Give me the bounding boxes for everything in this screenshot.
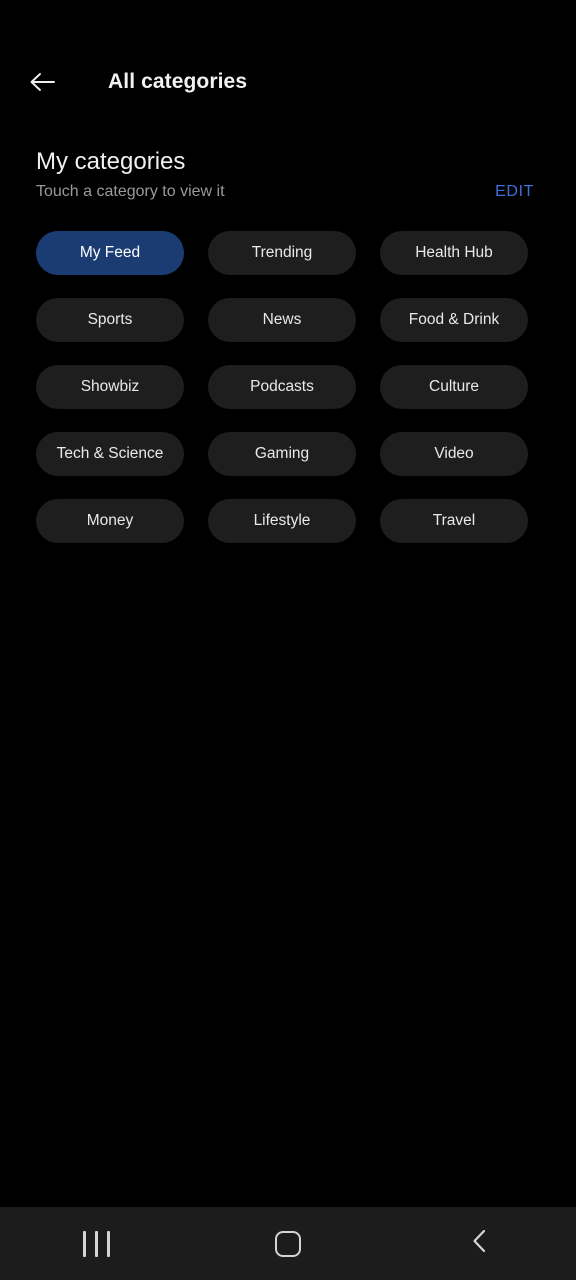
category-grid: My Feed Trending Health Hub Sports News Food … <box>36 231 528 543</box>
category-chip[interactable]: Podcasts <box>208 365 356 409</box>
phone-screen: All categories My categories Touch a cat… <box>0 0 576 1280</box>
category-chip-label: Showbiz <box>80 378 140 395</box>
back-button[interactable] <box>18 59 66 105</box>
category-chip-label: Lifestyle <box>253 512 311 529</box>
category-chip[interactable]: Money <box>36 499 184 543</box>
arrow-left-icon <box>27 67 57 97</box>
category-chip[interactable]: News <box>208 298 356 342</box>
home-icon <box>275 1230 301 1257</box>
nav-home-button[interactable] <box>192 1207 384 1280</box>
section-subtitle: Touch a category to view it <box>36 183 225 200</box>
category-chip-label: Trending <box>251 244 313 261</box>
category-chip[interactable]: Travel <box>380 499 528 543</box>
category-chip[interactable]: Culture <box>380 365 528 409</box>
page-title: All categories <box>108 70 248 93</box>
category-chip-label: Tech & Science <box>56 445 164 462</box>
category-chip-label: Money <box>86 512 134 529</box>
category-chip-label: Health Hub <box>415 244 493 261</box>
category-chip[interactable]: Health Hub <box>380 231 528 275</box>
system-navigation-bar <box>0 1207 576 1280</box>
back-chevron-icon <box>466 1226 494 1261</box>
category-chip-label: My Feed <box>79 244 141 261</box>
category-chip-label: Video <box>434 445 474 462</box>
category-chip[interactable]: Trending <box>208 231 356 275</box>
category-chip-label: Podcasts <box>250 378 314 395</box>
category-chip-label: News <box>262 311 302 328</box>
section-header: My categories Touch a category to view i… <box>0 125 576 225</box>
nav-recents-button[interactable] <box>0 1207 192 1280</box>
nav-back-button[interactable] <box>384 1207 576 1280</box>
category-chip-label: Culture <box>429 378 479 395</box>
category-chip[interactable]: My Feed <box>36 231 184 275</box>
category-chip[interactable]: Video <box>380 432 528 476</box>
category-chip[interactable]: Gaming <box>208 432 356 476</box>
category-chip-label: Gaming <box>254 445 310 462</box>
category-chip-label: Sports <box>87 311 133 328</box>
category-chip[interactable]: Tech & Science <box>36 432 184 476</box>
recents-icon <box>82 1230 110 1257</box>
app-bar: All categories <box>0 0 576 125</box>
category-chip[interactable]: Lifestyle <box>208 499 356 543</box>
edit-button[interactable]: EDIT <box>495 180 534 204</box>
section-title: My categories <box>36 148 186 175</box>
category-chip[interactable]: Showbiz <box>36 365 184 409</box>
category-chip[interactable]: Food & Drink <box>380 298 528 342</box>
category-chip-label: Food & Drink <box>408 311 500 328</box>
category-chip[interactable]: Sports <box>36 298 184 342</box>
category-chip-label: Travel <box>432 512 476 529</box>
